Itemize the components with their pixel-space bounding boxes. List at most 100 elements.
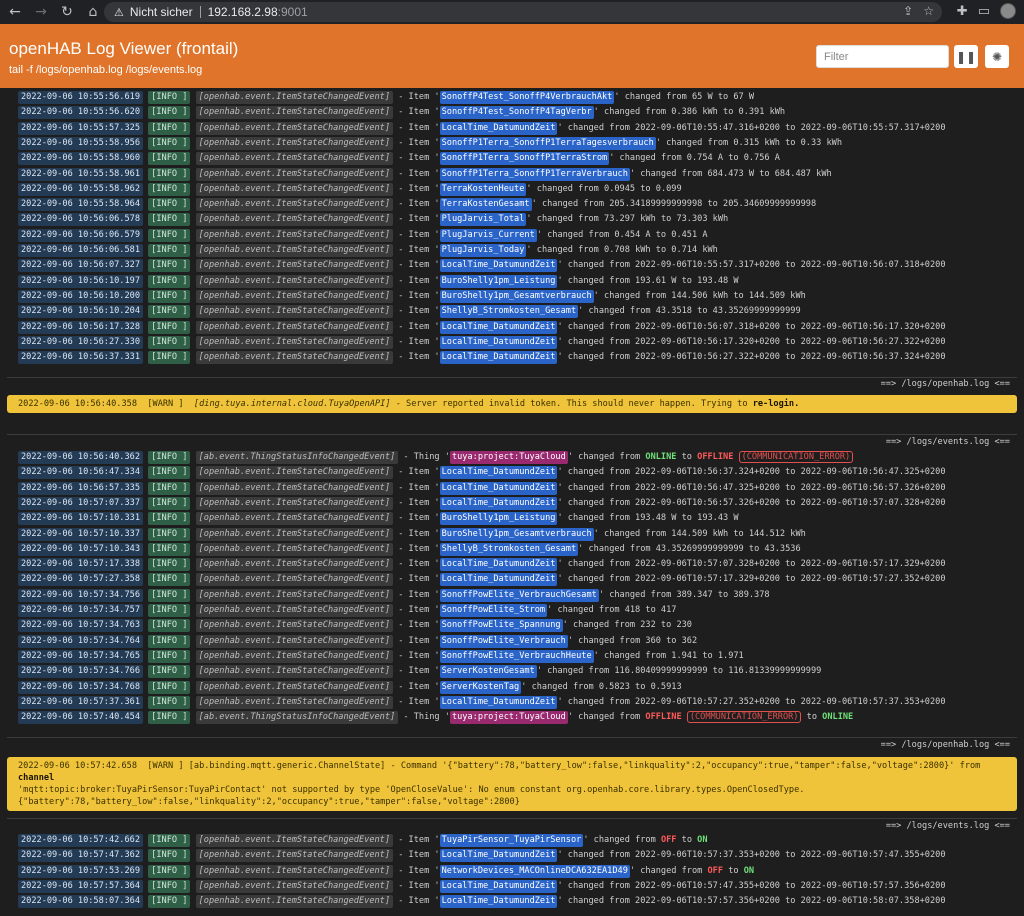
status-error-badge: (COMMUNICATION_ERROR) [738,451,854,463]
log-change: changed from 43.3518 to 43.3526999999999… [588,306,801,317]
log-row: 2022-09-06 10:57:34.756 [INFO ] [openhab… [18,588,770,602]
log-timestamp: 2022-09-06 10:55:56.620 [18,106,143,120]
item-name: SonoffP1Terra_SonoffP1TerraStrom [439,152,610,166]
log-change: changed from 43.35269999999999 to 43.353… [588,543,801,554]
log-logger: [openhab.event.ItemStateChangedEvent] [195,274,394,288]
log-logger: [openhab.event.ItemStateChangedEvent] [195,91,394,104]
avatar[interactable] [1000,3,1016,19]
log-change: changed from 2022-09-06T10:56:37.324+020… [567,467,946,478]
home-icon[interactable]: ⌂ [82,1,104,23]
log-level: [INFO ] [148,527,191,541]
item-name: SonoffPowElite_VerbrauchGesamt [439,588,599,602]
item-name: SonoffP1Terra_SonoffP1TerraVerbrauch [439,167,630,181]
address-bar[interactable]: ⚠ Nicht sicher 192.168.2.98:9001 ⇪ ☆ [104,2,942,22]
filter-input[interactable] [816,45,949,68]
item-name: LocalTime_DatumundZeit [439,695,558,709]
security-label: Nicht sicher [129,5,193,19]
log-logger: [openhab.event.ItemStateChangedEvent] [195,335,394,349]
log-timestamp: 2022-09-06 10:57:17.338 [18,558,143,572]
reload-icon[interactable]: ↻ [56,1,78,23]
log-logger: [openhab.event.ItemStateChangedEvent] [195,604,394,617]
forward-icon[interactable]: → [30,1,52,23]
log-logger: [openhab.event.ItemStateChangedEvent] [195,481,394,495]
log-level: [INFO ] [148,136,191,150]
item-name: SonoffPowElite_Strom [439,604,548,617]
url-port: :9001 [277,5,308,19]
log-logger: [openhab.event.ItemStateChangedEvent] [195,244,394,257]
log-level: [INFO ] [148,849,191,863]
log-row: 2022-09-06 10:57:47.362 [INFO ] [openhab… [18,849,946,863]
log-logger: [openhab.event.ItemStateChangedEvent] [195,228,394,242]
pause-button[interactable]: ❚❚ [954,45,978,68]
item-name: LocalTime_DatumundZeit [439,121,558,135]
log-timestamp: 2022-09-06 10:56:06.581 [18,244,143,257]
log-logger: [openhab.event.ItemStateChangedEvent] [195,895,394,909]
item-name: TerraKostenGesamt [439,198,532,212]
warning-box: 2022-09-06 10:57:42.658 [WARN ] [ab.bind… [7,757,1017,811]
log-change: changed from 2022-09-06T10:55:57.317+020… [567,260,946,271]
log-logger: [openhab.event.ItemStateChangedEvent] [195,213,394,227]
log-row: 2022-09-06 10:57:07.337 [INFO ] [openhab… [18,496,946,510]
log-level: [INFO ] [148,573,191,587]
log-row: 2022-09-06 10:56:10.204 [INFO ] [openhab… [18,305,801,319]
log-row: 2022-09-06 10:57:34.768 [INFO ] [openhab… [18,680,682,694]
log-row: 2022-09-06 10:57:40.454 [INFO ] [ab.even… [18,711,853,725]
log-level: [INFO ] [148,320,191,334]
item-name: BuroShelly1pm_Leistung [439,274,558,288]
log-logger: [openhab.event.ItemStateChangedEvent] [195,305,394,319]
item-name: ServerKostenTag [439,680,522,694]
log-change: changed from 684.473 W to 684.487 kWh [640,168,832,179]
log-change: changed from 2022-09-06T10:57:27.352+020… [567,696,946,707]
log-level: [INFO ] [148,879,191,893]
extensions-icon[interactable]: ✚ [957,4,968,19]
log-row: 2022-09-06 10:55:58.964 [INFO ] [openhab… [18,198,816,212]
log-row: 2022-09-06 10:56:40.362 [INFO ] [ab.even… [18,451,854,464]
item-name: SonoffP4Test_SonoffP4VerbrauchAkt [439,91,615,104]
log-timestamp: 2022-09-06 10:57:10.337 [18,527,143,541]
star-icon[interactable]: ☆ [923,4,934,18]
back-icon[interactable]: ← [4,1,26,23]
log-level: [INFO ] [148,542,191,556]
item-name: NetworkDevices_MACOnlineDCA632EA1D49 [439,864,630,878]
log-change: changed from 2022-09-06T10:56:07.318+020… [567,321,946,332]
log-emphasis: channel [18,773,55,783]
sidebar-icon[interactable]: ▭ [978,4,990,19]
item-name: LocalTime_DatumundZeit [439,496,558,510]
log-level: [INFO ] [148,167,191,181]
log-change: changed from 0.708 kWh to 0.714 kWh [536,245,718,255]
log-logger: [openhab.event.ItemStateChangedEvent] [195,649,394,663]
log-change: changed from 2022-09-06T10:56:57.326+020… [567,497,946,508]
log-row: 2022-09-06 10:56:06.579 [INFO ] [openhab… [18,228,708,242]
share-icon[interactable]: ⇪ [903,4,913,18]
log-timestamp: 2022-09-06 10:56:37.331 [18,351,143,365]
log-logger: [openhab.event.ItemStateChangedEvent] [195,665,394,679]
log-timestamp: 2022-09-06 10:56:10.204 [18,305,143,319]
omnibox-divider [199,6,201,18]
log-timestamp: 2022-09-06 10:57:34.768 [18,680,143,694]
log-timestamp: 2022-09-06 10:56:47.334 [18,466,143,480]
log-logger: [openhab.event.ItemStateChangedEvent] [195,512,394,526]
pause-icon: ❚❚ [955,49,977,64]
item-name: SonoffP1Terra_SonoffP1TerraTagesverbrauc… [439,136,656,150]
log-timestamp: 2022-09-06 10:57:10.343 [18,542,143,556]
log-logger: [openhab.event.ItemStateChangedEvent] [195,680,394,694]
log-row: 2022-09-06 10:57:57.364 [INFO ] [openhab… [18,879,946,893]
log-level: [INFO ] [148,680,191,694]
log-logger: [openhab.event.ItemStateChangedEvent] [195,527,394,541]
settings-button[interactable]: ✺ [985,45,1009,68]
log-row: 2022-09-06 10:57:34.764 [INFO ] [openhab… [18,634,697,648]
page-title: openHAB Log Viewer (frontail) [9,39,239,58]
log-timestamp: 2022-09-06 10:56:10.197 [18,274,143,288]
log-change: changed from 116.80409999999999 to 116.8… [547,666,822,677]
item-name: LocalTime_DatumundZeit [439,466,558,480]
log-level: [INFO ] [148,466,191,480]
status-online: ONLINE [645,452,677,462]
item-name: ShellyB_Stromkosten_Gesamt [439,542,579,556]
gear-icon: ✺ [991,49,1003,64]
log-level: [INFO ] [148,634,191,648]
log-row: 2022-09-06 10:57:27.358 [INFO ] [openhab… [18,573,946,587]
log-level: [INFO ] [148,649,191,663]
log-logger: [ding.tuya.internal.cloud.TuyaOpenAPI] [193,399,391,409]
log-logger: [openhab.event.ItemStateChangedEvent] [195,351,394,365]
log-level: [INFO ] [148,604,191,617]
